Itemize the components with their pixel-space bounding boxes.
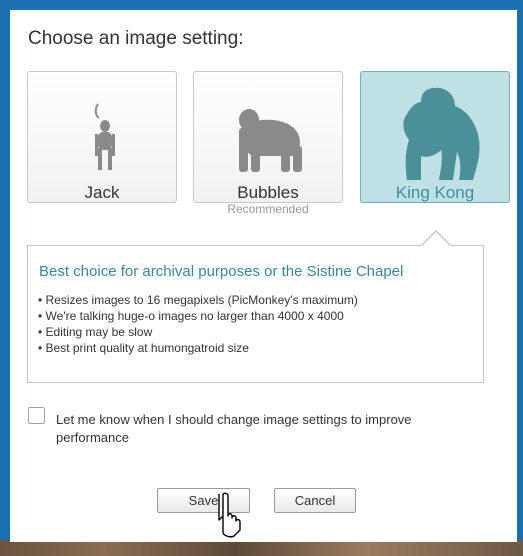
monkey-icon [94, 103, 115, 170]
option-card-king-kong[interactable]: King Kong [360, 71, 510, 203]
pointer-arrow-fill [421, 232, 451, 247]
dialog-title: Choose an image setting: [28, 28, 244, 49]
window-left-edge [0, 0, 10, 556]
window-right-edge [517, 0, 523, 556]
description-heading: Best choice for archival purposes or the… [39, 263, 404, 280]
option-label-bubbles: Bubbles [237, 183, 299, 202]
option-card-jack[interactable]: Jack [27, 71, 177, 203]
chimp-icon [239, 109, 302, 172]
list-item: • We're talking huge-o images no larger … [38, 309, 344, 323]
option-label-king-kong: King Kong [395, 183, 475, 202]
gorilla-icon [403, 87, 480, 180]
notify-checkbox[interactable] [28, 407, 45, 424]
cancel-button[interactable]: Cancel [274, 488, 356, 513]
list-item: • Resizes images to 16 megapixels (PicMo… [38, 293, 358, 307]
notify-checkbox-label[interactable]: Let me know when I should change image s… [56, 411, 476, 447]
list-item: • Editing may be slow [38, 325, 153, 339]
description-list: • Resizes images to 16 megapixels (PicMo… [38, 292, 358, 356]
background-photo-strip [0, 540, 523, 556]
mouse-pointer-icon [218, 492, 241, 538]
option-label-jack: Jack [84, 183, 120, 202]
recommended-caption: Recommended [227, 202, 309, 216]
setting-description-panel: Best choice for archival purposes or the… [27, 245, 484, 383]
list-item: • Best print quality at humongatroid siz… [38, 341, 249, 355]
option-card-bubbles[interactable]: Bubbles Recommended [193, 71, 343, 216]
